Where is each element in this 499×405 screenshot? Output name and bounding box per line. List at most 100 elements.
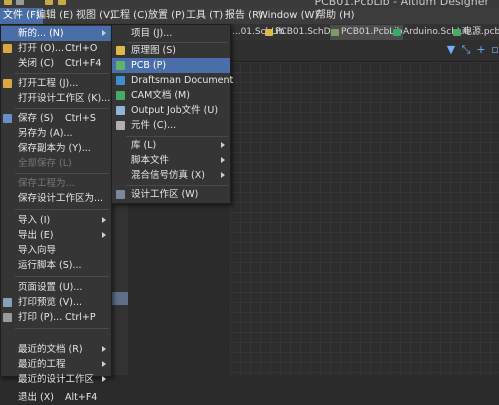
menu-separator — [126, 185, 228, 186]
menu-item-save-copy-as[interactable]: 保存副本为 (Y)... — [1, 141, 111, 156]
menu-item-save-all: 全部保存 (L) — [1, 156, 111, 171]
pcb-doc-icon — [453, 29, 461, 36]
submenu-arrow-icon — [102, 376, 106, 382]
menu-item-label: 保存副本为 (Y)... — [18, 143, 91, 154]
print-icon[interactable] — [16, 0, 24, 5]
menu-item-label: 最近的设计工作区 — [18, 374, 95, 385]
menu-item-open-project[interactable]: 打开工程 (J)... — [1, 76, 111, 91]
submenu-arrow-icon — [221, 157, 225, 163]
menu-item-label: 页面设置 (U)... — [18, 282, 83, 293]
menu-item-close[interactable]: 关闭 (C) Ctrl+F4 — [1, 56, 111, 71]
save-icon — [3, 114, 12, 123]
submenu-item-output-job[interactable]: Output Job文件 (U) — [112, 103, 230, 118]
menu-item-label: 原理图 (S) — [131, 45, 176, 56]
menu-separator — [15, 328, 109, 329]
menu-item-print[interactable]: 打印 (P)... Ctrl+P — [1, 310, 111, 325]
menu-item-label: 打印预览 (V)... — [18, 297, 82, 308]
menu-place[interactable]: 放置 (P) — [145, 8, 188, 24]
workspace-grid — [230, 62, 499, 375]
menu-separator — [15, 276, 109, 277]
menu-item-open-workspace[interactable]: 打开设计工作区 (K)... — [1, 91, 111, 106]
submenu-arrow-icon — [102, 30, 106, 36]
menu-edit[interactable]: 编辑 (E) — [33, 8, 76, 24]
panel-selection — [112, 292, 128, 305]
menu-item-save-as[interactable]: 另存为 (A)... — [1, 126, 111, 141]
submenu-item-draftsman[interactable]: Draftsman Document — [112, 73, 234, 88]
menu-window[interactable]: Window (W) — [255, 8, 321, 24]
menu-item-save[interactable]: 保存 (S) Ctrl+S — [1, 111, 111, 126]
menu-item-label: 导入向导 — [18, 245, 57, 256]
menu-separator — [15, 108, 109, 109]
schlib-icon — [393, 29, 401, 36]
menu-item-label: 保存 (S) — [18, 113, 54, 124]
menu-tools[interactable]: 工具 (T) — [183, 8, 226, 24]
menu-item-label: 导出 (E) — [18, 230, 54, 241]
menu-item-label: 新的... (N) — [18, 28, 64, 39]
menu-item-label: Draftsman Document — [131, 75, 234, 86]
shortcut-label: Ctrl+P — [65, 312, 96, 323]
save-icon[interactable] — [4, 0, 12, 5]
submenu-item-cam[interactable]: CAM文档 (M) — [112, 88, 230, 103]
menu-item-page-setup[interactable]: 页面设置 (U)... — [1, 280, 111, 295]
submenu-arrow-icon — [102, 361, 106, 367]
menu-item-label: 另存为 (A)... — [18, 128, 73, 139]
menu-item-run-script[interactable]: 运行脚本 (S)... — [1, 258, 111, 273]
menu-item-recent-projects[interactable]: 最近的工程 — [1, 357, 111, 372]
menu-help[interactable]: 帮助 (H) — [313, 8, 358, 24]
shortcut-label: Ctrl+S — [65, 113, 96, 124]
cam-doc-icon — [116, 91, 125, 100]
open-folder-icon — [3, 44, 12, 53]
printer-icon — [3, 313, 12, 322]
schematic-doc-icon — [116, 46, 125, 55]
menu-item-export[interactable]: 导出 (E) — [1, 228, 111, 243]
route-icon[interactable]: ⤡ — [459, 43, 473, 57]
menu-item-recent-docs[interactable]: 最近的文档 (R) — [1, 342, 111, 357]
select-rectangle-icon[interactable]: ▫ — [488, 43, 499, 57]
menu-item-exit[interactable]: 退出 (X) Alt+F4 — [1, 390, 111, 405]
menu-separator — [15, 209, 109, 210]
menu-item-label: 最近的文档 (R) — [18, 344, 83, 355]
tab-label: 电源.pcbd — [463, 27, 499, 37]
folder-icon — [3, 79, 12, 88]
folder-icon[interactable] — [45, 0, 53, 5]
submenu-item-schematic[interactable]: 原理图 (S) — [112, 43, 230, 58]
pcb-lib-icon — [331, 29, 339, 36]
submenu-item-pcb[interactable]: PCB (P) — [112, 58, 230, 73]
submenu-arrow-icon — [221, 172, 225, 178]
submenu-item-component[interactable]: 元件 (C)... — [112, 118, 230, 133]
filter-icon[interactable]: ▼ — [444, 43, 458, 57]
submenu-arrow-icon — [102, 232, 106, 238]
add-icon[interactable]: + — [474, 43, 488, 57]
tab-power-pcbdoc[interactable]: 电源.pcbd — [452, 25, 499, 40]
menu-item-label: 设计工作区 (W) — [131, 189, 199, 200]
menu-item-recent-workspaces[interactable]: 最近的设计工作区 — [1, 372, 111, 387]
submenu-item-script-files[interactable]: 脚本文件 — [112, 153, 230, 168]
menu-separator — [15, 73, 109, 74]
menu-item-label: 关闭 (C) — [18, 58, 55, 69]
menu-item-new[interactable]: 新的... (N) — [1, 26, 111, 41]
submenu-item-design-workspace[interactable]: 设计工作区 (W) — [112, 187, 230, 202]
editor-workspace[interactable] — [230, 62, 499, 375]
menu-item-import[interactable]: 导入 (I) — [1, 213, 111, 228]
menu-item-label: 打开设计工作区 (K)... — [18, 93, 111, 104]
menu-item-label: 保存设计工作区为... — [18, 193, 104, 204]
menu-item-label: 打开工程 (J)... — [18, 78, 79, 89]
window-title: PCB01.PcbLib - Altium Designer — [314, 0, 489, 8]
menu-item-print-preview[interactable]: 打印预览 (V)... — [1, 295, 111, 310]
submenu-item-library[interactable]: 库 (L) — [112, 138, 230, 153]
menu-item-label: CAM文档 (M) — [131, 90, 190, 101]
submenu-item-project[interactable]: 项目 (J)... — [112, 26, 230, 41]
file-menu: 新的... (N) 打开 (O)... Ctrl+O 关闭 (C) Ctrl+F… — [0, 24, 112, 403]
open-folder-icon[interactable] — [58, 0, 66, 5]
pcb-doc-icon — [116, 61, 125, 70]
menu-item-open[interactable]: 打开 (O)... Ctrl+O — [1, 41, 111, 56]
submenu-item-mixed-signal[interactable]: 混合信号仿真 (X) — [112, 168, 230, 183]
menu-item-label: PCB (P) — [131, 60, 167, 71]
menu-item-label: 混合信号仿真 (X) — [131, 170, 205, 181]
component-icon — [116, 121, 125, 130]
menu-item-label: 导入 (I) — [18, 215, 51, 226]
menu-item-save-workspace-as[interactable]: 保存设计工作区为... — [1, 191, 111, 206]
shortcut-label: Alt+F4 — [65, 392, 98, 403]
menu-item-label: 全部保存 (L) — [18, 158, 72, 169]
menu-item-import-wizard[interactable]: 导入向导 — [1, 243, 111, 258]
